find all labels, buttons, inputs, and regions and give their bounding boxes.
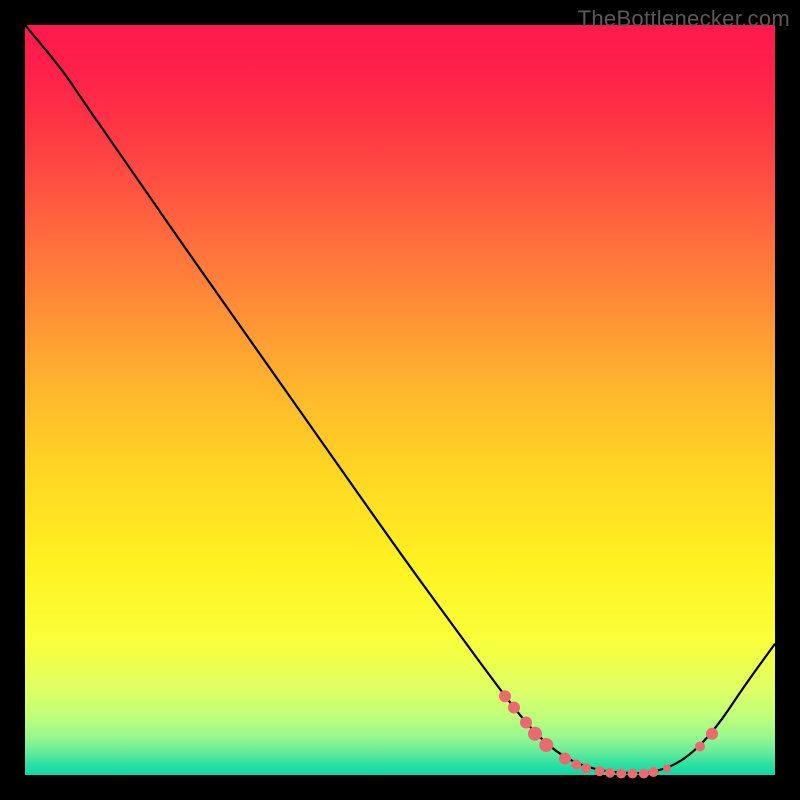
curve-marker	[520, 717, 532, 729]
curve-marker	[628, 769, 638, 779]
chart-frame: TheBottlenecker.com	[0, 0, 800, 800]
curve-markers	[499, 690, 718, 778]
curve-marker	[559, 753, 571, 765]
curve-marker	[539, 738, 553, 752]
curve-marker	[695, 742, 705, 752]
plot-area	[25, 25, 775, 775]
curve-marker	[663, 764, 671, 772]
curve-layer	[25, 25, 775, 775]
curve-marker	[528, 727, 542, 741]
curve-marker	[639, 769, 649, 779]
curve-marker	[595, 766, 605, 776]
curve-marker	[508, 702, 520, 714]
curve-marker	[581, 763, 591, 773]
bottleneck-curve	[25, 25, 775, 773]
curve-marker	[499, 690, 511, 702]
curve-marker	[649, 767, 659, 777]
curve-marker	[616, 769, 626, 779]
curve-marker	[605, 768, 615, 778]
watermark-text: TheBottlenecker.com	[578, 6, 790, 32]
curve-marker	[571, 760, 581, 770]
curve-marker	[706, 728, 718, 740]
